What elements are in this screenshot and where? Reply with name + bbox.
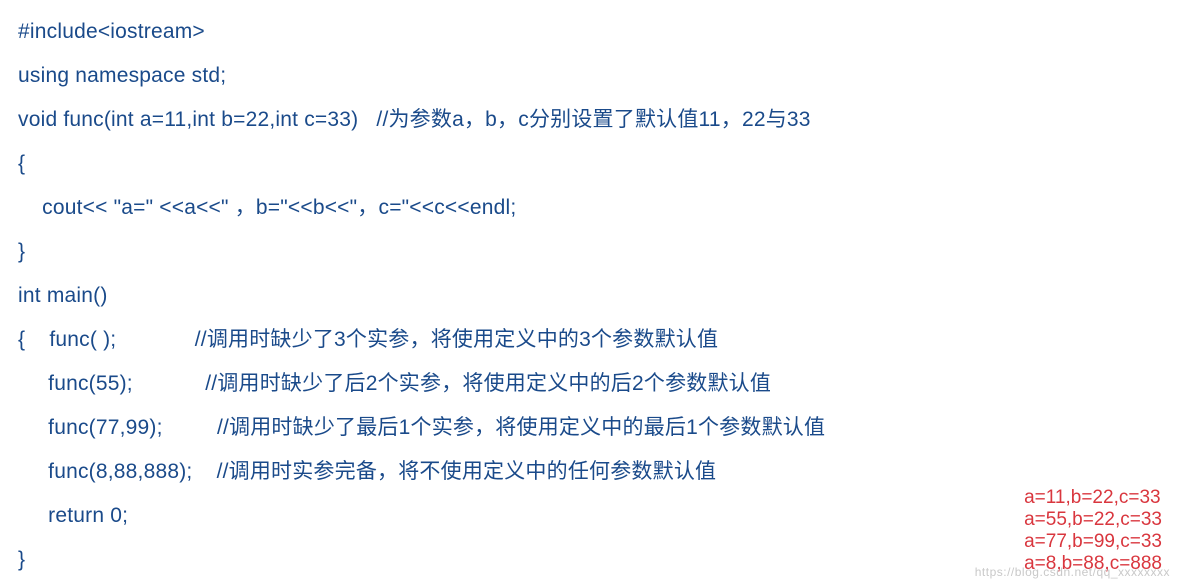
code-line: } — [18, 230, 1166, 274]
code-line: { — [18, 142, 1166, 186]
output-line: a=55,b=22,c=33 — [1024, 509, 1162, 531]
code-line: #include<iostream> — [18, 10, 1166, 54]
output-line: a=77,b=99,c=33 — [1024, 531, 1162, 553]
output-line: a=11,b=22,c=33 — [1024, 487, 1162, 509]
program-output: a=11,b=22,c=33 a=55,b=22,c=33 a=77,b=99,… — [1024, 487, 1162, 575]
code-line: func(8,88,888); //调用时实参完备，将不使用定义中的任何参数默认… — [18, 450, 1166, 494]
code-line: cout<< "a=" <<a<<" ，b="<<b<<"，c="<<c<<en… — [18, 186, 1166, 230]
watermark-text: https://blog.csdn.net/qq_xxxxxxxx — [975, 565, 1170, 579]
code-line: func(77,99); //调用时缺少了最后1个实参，将使用定义中的最后1个参… — [18, 406, 1166, 450]
code-block: #include<iostream> using namespace std; … — [0, 0, 1184, 582]
code-line: { func( ); //调用时缺少了3个实参，将使用定义中的3个参数默认值 — [18, 318, 1166, 362]
code-line: int main() — [18, 274, 1166, 318]
code-line: return 0; — [18, 494, 1166, 538]
code-line: using namespace std; — [18, 54, 1166, 98]
code-line: void func(int a=11,int b=22,int c=33) //… — [18, 98, 1166, 142]
code-line: func(55); //调用时缺少了后2个实参，将使用定义中的后2个参数默认值 — [18, 362, 1166, 406]
